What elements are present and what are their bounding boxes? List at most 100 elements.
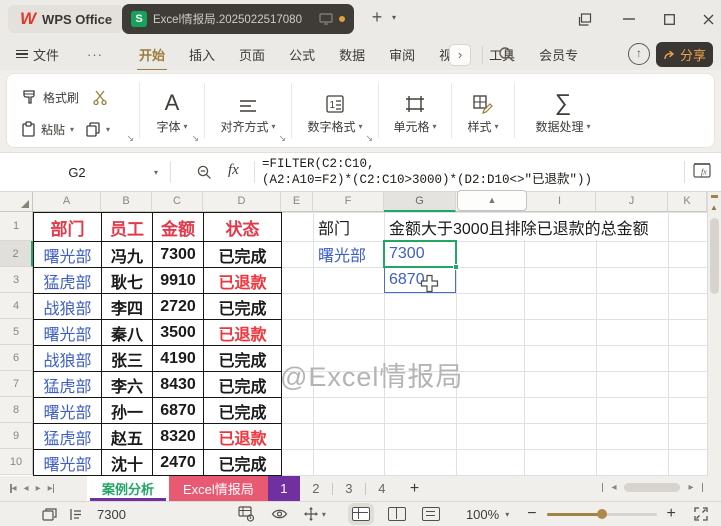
cell-D5[interactable]: 已退款 <box>203 319 282 346</box>
cell-C2[interactable]: 7300 <box>152 241 204 268</box>
eye-icon[interactable] <box>271 508 288 520</box>
first-sheet-button[interactable]: ◂ <box>10 483 17 494</box>
sheet-tab-4[interactable]: 4 <box>366 476 398 501</box>
ribbon-group-cells[interactable]: 单元格 ▾ <box>379 74 451 147</box>
table-settings-icon[interactable] <box>238 506 255 522</box>
cell-B1[interactable]: 员工 <box>101 212 153 242</box>
row-header-5[interactable]: 5 <box>0 319 33 345</box>
column-header-I[interactable]: I <box>524 192 596 212</box>
zoom-out-formula-icon[interactable] <box>196 164 213 181</box>
clipboard-dialog-launcher-icon[interactable]: ↘ <box>126 133 134 144</box>
app-home-tab[interactable]: W WPS Office <box>8 5 125 33</box>
alignment-dialog-launcher-icon[interactable]: ↘ <box>278 133 286 144</box>
ribbon-group-alignment[interactable]: 对齐方式 ▾ ↘ <box>205 74 291 147</box>
copy-dropdown-icon[interactable]: ▾ <box>106 125 110 134</box>
cell-B9[interactable]: 赵五 <box>101 423 153 450</box>
cell-A9[interactable]: 猛虎部 <box>33 423 102 450</box>
spreadsheet-grid[interactable]: @Excel情报局 ABCDEFGHIJK12345678910部门员工金额状态… <box>0 192 707 476</box>
active-cell-selection[interactable] <box>383 240 459 270</box>
row-header-1[interactable]: 1 <box>0 212 33 241</box>
ribbon-group-data-processing[interactable]: ∑ 数据处理 ▾ <box>515 74 611 147</box>
cell-B5[interactable]: 秦八 <box>101 319 153 346</box>
search-icon[interactable] <box>498 46 515 63</box>
fill-handle[interactable] <box>453 264 459 270</box>
number-format-dialog-launcher-icon[interactable]: ↘ <box>365 133 373 144</box>
column-header-G[interactable]: G <box>384 192 456 212</box>
menu-tab-审阅[interactable]: 审阅 <box>377 39 427 70</box>
cell-A5[interactable]: 曙光部 <box>33 319 102 346</box>
cell-C5[interactable]: 3500 <box>152 319 204 346</box>
select-all-corner[interactable] <box>0 192 33 212</box>
menu-tab-插入[interactable]: 插入 <box>177 39 227 70</box>
add-sheet-button[interactable]: + <box>398 476 431 501</box>
outline-view-icon[interactable] <box>69 508 83 521</box>
cell-A2[interactable]: 曙光部 <box>33 241 102 268</box>
row-header-10[interactable]: 10 <box>0 449 33 475</box>
more-menu-button[interactable]: ··· <box>87 47 103 62</box>
cell-A8[interactable]: 曙光部 <box>33 397 102 424</box>
cell-B2[interactable]: 冯九 <box>101 241 153 268</box>
close-button[interactable] <box>695 9 721 29</box>
sheet-tab-案例分析[interactable]: 案例分析 <box>87 476 170 501</box>
menu-tab-开始[interactable]: 开始 <box>127 39 177 71</box>
sheet-tab-3[interactable]: 3 <box>333 476 365 501</box>
copy-icon[interactable] <box>85 121 101 137</box>
format-painter-icon[interactable] <box>21 89 38 106</box>
cell-C4[interactable]: 2720 <box>152 293 204 320</box>
fullscreen-icon[interactable] <box>694 507 708 521</box>
ribbon-group-number-format[interactable]: 1 数字格式 ▾ ↘ <box>292 74 378 147</box>
font-dialog-launcher-icon[interactable]: ↘ <box>191 133 199 144</box>
cell-C7[interactable]: 8430 <box>152 371 204 398</box>
paste-dropdown-icon[interactable]: ▾ <box>70 125 74 134</box>
paste-icon[interactable] <box>21 121 36 137</box>
cell-D10[interactable]: 已完成 <box>203 449 282 476</box>
cell-C9[interactable]: 8320 <box>152 423 204 450</box>
normal-view-button[interactable] <box>347 503 374 525</box>
cell-C1[interactable]: 金额 <box>152 212 204 242</box>
cell-A3[interactable]: 猛虎部 <box>33 267 102 294</box>
sheet-tab-2[interactable]: 2 <box>300 476 332 501</box>
font-dropdown-icon[interactable]: ▾ <box>184 122 188 131</box>
move-dropdown-icon[interactable]: ▾ <box>322 510 326 519</box>
function-pane-icon[interactable]: fx <box>692 161 712 179</box>
menu-tab-页面[interactable]: 页面 <box>227 39 277 70</box>
paste-label[interactable]: 粘贴 <box>41 121 65 138</box>
row-header-3[interactable]: 3 <box>0 267 33 293</box>
tab-list-chevron-icon[interactable]: ▾ <box>392 13 396 22</box>
cell-F2[interactable]: 曙光部 <box>314 242 383 266</box>
cell-B6[interactable]: 张三 <box>101 345 153 372</box>
column-header-E[interactable]: E <box>281 192 313 212</box>
column-header-B[interactable]: B <box>101 192 152 212</box>
data-processing-dropdown-icon[interactable]: ▾ <box>587 122 591 131</box>
cell-A7[interactable]: 猛虎部 <box>33 371 102 398</box>
scroll-right-icon[interactable]: ▸ <box>688 482 693 493</box>
share-button[interactable]: 分享 <box>656 42 713 67</box>
cut-icon[interactable] <box>92 89 108 105</box>
cell-B3[interactable]: 耿七 <box>101 267 153 294</box>
row-header-9[interactable]: 9 <box>0 423 33 449</box>
macro-record-icon[interactable] <box>42 507 57 521</box>
cell-A4[interactable]: 战狼部 <box>33 293 102 320</box>
document-tab[interactable]: S Excel情报局.2025022517080 <box>122 4 354 34</box>
zoom-dropdown-icon[interactable]: ▾ <box>505 510 509 519</box>
column-header-J[interactable]: J <box>596 192 668 212</box>
split-handle[interactable] <box>711 195 718 198</box>
row-header-4[interactable]: 4 <box>0 293 33 319</box>
next-sheet-button[interactable]: ▸ <box>36 483 41 494</box>
cell-B4[interactable]: 李四 <box>101 293 153 320</box>
format-painter-label[interactable]: 格式刷 <box>43 89 79 106</box>
cell-B10[interactable]: 沈十 <box>101 449 153 476</box>
window-layout-icon[interactable] <box>572 9 598 29</box>
scroll-up-icon[interactable]: ▲ <box>710 203 718 212</box>
maximize-button[interactable] <box>656 9 682 29</box>
cell-D7[interactable]: 已完成 <box>203 371 282 398</box>
zoom-in-button[interactable]: + <box>667 505 676 523</box>
vertical-scrollbar[interactable]: ▲ <box>707 192 721 476</box>
cell-A10[interactable]: 曙光部 <box>33 449 102 476</box>
cell-D1[interactable]: 状态 <box>203 212 282 242</box>
menu-tab-会员专[interactable]: 会员专 <box>527 39 590 70</box>
number-format-dropdown-icon[interactable]: ▾ <box>359 122 363 131</box>
zoom-level-value[interactable]: 100% <box>466 507 499 522</box>
collapse-toolbar-button[interactable]: ▲ <box>457 190 527 211</box>
column-header-K[interactable]: K <box>668 192 707 212</box>
